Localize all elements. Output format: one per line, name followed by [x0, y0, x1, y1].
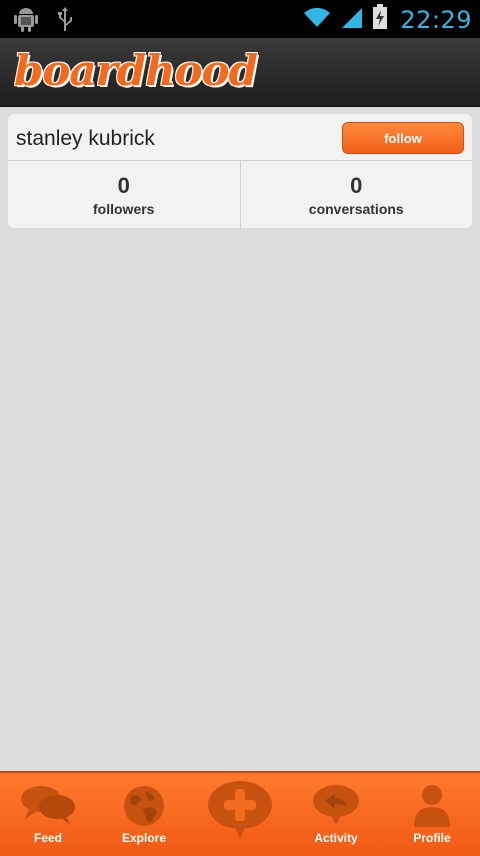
app-header: boardhood [0, 38, 480, 107]
tab-profile-label: Profile [413, 831, 451, 845]
wifi-icon [302, 5, 332, 34]
conversations-label: conversations [308, 201, 404, 217]
status-bar: 22:29 [0, 0, 480, 38]
profile-stats: 0 followers 0 conversations [8, 161, 472, 228]
followers-count: 0 [117, 173, 130, 198]
tab-activity[interactable]: Activity [288, 773, 384, 856]
followers-label: followers [93, 201, 155, 217]
globe-icon [121, 783, 167, 834]
tab-feed[interactable]: Feed [0, 773, 96, 856]
app-logo: boardhood [14, 46, 258, 95]
tab-explore-label: Explore [121, 831, 166, 845]
status-time: 22:29 [400, 5, 472, 34]
tab-activity-label: Activity [314, 831, 358, 845]
conversations-stat[interactable]: 0 conversations [239, 161, 473, 228]
android-debug-icon [14, 6, 38, 37]
profile-name: stanley kubrick [16, 127, 155, 150]
tab-new-conversation[interactable] [192, 773, 288, 856]
add-bubble-icon [206, 779, 274, 846]
chat-bubbles-icon [17, 783, 79, 832]
conversations-count: 0 [350, 173, 363, 198]
followers-stat[interactable]: 0 followers [8, 161, 240, 228]
follow-button[interactable]: follow [342, 122, 464, 154]
profile-header: stanley kubrick follow [8, 114, 472, 161]
person-icon [412, 783, 452, 832]
signal-icon [340, 5, 364, 34]
bottom-nav: Feed Explore Activity Profile [0, 771, 480, 856]
usb-icon [56, 6, 74, 37]
battery-charging-icon [372, 4, 388, 35]
tab-explore[interactable]: Explore [96, 773, 192, 856]
reply-bubble-icon [311, 783, 361, 832]
profile-card: stanley kubrick follow 0 followers 0 con… [8, 114, 472, 228]
tab-feed-label: Feed [33, 831, 62, 845]
tab-profile[interactable]: Profile [384, 773, 480, 856]
